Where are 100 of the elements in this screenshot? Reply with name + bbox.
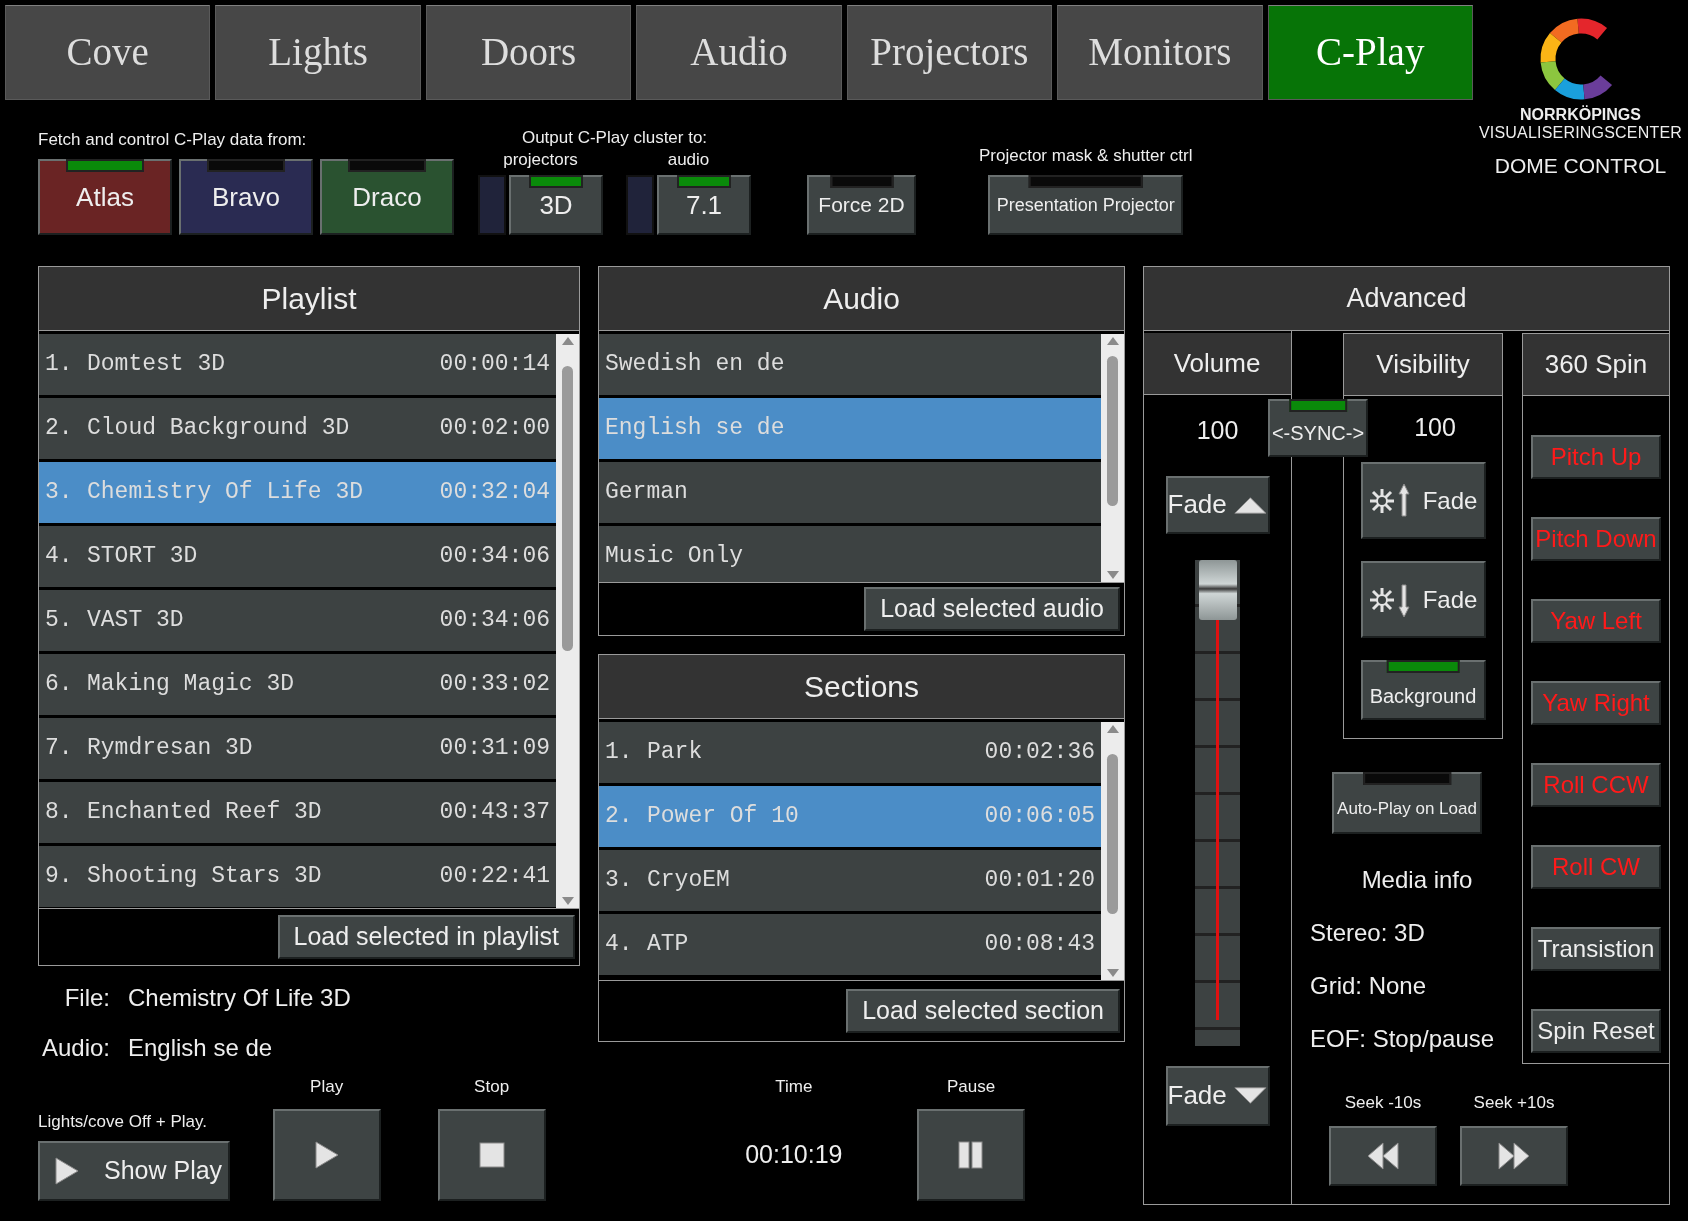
item-title: Rymdresan 3D: [87, 734, 253, 764]
item-title: Cloud Background 3D: [87, 414, 350, 444]
tab[interactable]: Lights: [215, 5, 421, 100]
item-duration: 00:08:43: [984, 930, 1095, 960]
spin-button[interactable]: Spin Reset: [1531, 1009, 1661, 1053]
tab[interactable]: Audio: [636, 5, 842, 100]
stop-icon: [477, 1141, 506, 1169]
item-duration: 00:02:00: [439, 414, 550, 444]
transport-caption: Time: [775, 1075, 813, 1098]
item-duration: 00:31:09: [439, 734, 550, 764]
pause-button[interactable]: [917, 1109, 1025, 1201]
panel-title: Advanced: [1144, 267, 1669, 331]
playlist-item[interactable]: 5. VAST 3D 00:34:06: [39, 590, 556, 651]
source-button[interactable]: Draco: [320, 159, 454, 235]
auto-play-button[interactable]: Auto-Play on Load: [1332, 772, 1482, 834]
section-title: Volume: [1143, 333, 1292, 395]
playlist-item[interactable]: 9. Shooting Stars 3D 00:22:41: [39, 846, 556, 907]
playlist-item[interactable]: 8. Enchanted Reef 3D 00:43:37: [39, 782, 556, 843]
tab[interactable]: C-Play: [1267, 5, 1473, 100]
playlist-item[interactable]: 4. STORT 3D 00:34:06: [39, 526, 556, 587]
app-title: DOME CONTROL: [1494, 153, 1667, 179]
item-duration: 00:33:02: [439, 670, 550, 700]
stop-button[interactable]: [437, 1109, 546, 1201]
tab[interactable]: Cove: [5, 5, 211, 100]
info-label: File:: [63, 983, 110, 1013]
fade-out-button[interactable]: Fade: [1360, 561, 1486, 638]
time-display: 00:10:19: [745, 1139, 843, 1171]
play-icon: [313, 1140, 340, 1170]
show-play-button[interactable]: Show Play: [38, 1141, 230, 1201]
playlist-item[interactable]: 7. Rymdresan 3D 00:31:09: [39, 718, 556, 779]
item-title: Enchanted Reef 3D: [87, 798, 322, 828]
audio-track-item[interactable]: Swedish en de: [599, 334, 1101, 395]
rewind-button[interactable]: [1329, 1125, 1437, 1186]
item-number: 4.: [605, 930, 634, 960]
section-item[interactable]: 3. CryoEM 00:01:20: [599, 850, 1101, 911]
item-title: Domtest 3D: [87, 350, 226, 380]
scrollbar[interactable]: [1101, 334, 1124, 582]
scrollbar-thumb[interactable]: [562, 366, 573, 651]
spin-button[interactable]: Transistion: [1531, 927, 1661, 971]
background-button[interactable]: Background: [1360, 660, 1486, 720]
presentation-projector-button[interactable]: Presentation Projector: [988, 175, 1184, 235]
tab[interactable]: Projectors: [846, 5, 1053, 100]
transport-caption: Play: [310, 1075, 344, 1098]
fast-forward-button[interactable]: [1460, 1125, 1568, 1186]
scrollbar-thumb[interactable]: [1107, 754, 1118, 914]
info-value: English se de: [128, 1033, 273, 1063]
scrollbar[interactable]: [556, 334, 579, 908]
section-item[interactable]: 1. Park 00:02:36: [599, 722, 1101, 783]
playlist-item[interactable]: 2. Cloud Background 3D 00:02:00: [39, 398, 556, 459]
audio-track-item[interactable]: German: [599, 462, 1101, 523]
playlist-item[interactable]: 6. Making Magic 3D 00:33:02: [39, 654, 556, 715]
output-label: Output C-Play cluster to:: [520, 127, 709, 149]
mask-label: Projector mask & shutter ctrl: [979, 145, 1193, 167]
seek-caption: Seek -10s: [1344, 1092, 1422, 1114]
item-title: Shooting Stars 3D: [87, 862, 322, 892]
volume-slider[interactable]: [1195, 559, 1240, 1046]
fade-up-button[interactable]: Fade: [1165, 475, 1270, 534]
rewind-icon: [1366, 1140, 1400, 1171]
media-info-line: EOF: Stop/pause: [1310, 1024, 1496, 1054]
visibility-value: 100: [1413, 412, 1457, 444]
transport-caption: Pause: [946, 1075, 996, 1098]
section-title: 360 Spin: [1523, 334, 1669, 396]
fade-down-button[interactable]: Fade: [1165, 1065, 1270, 1126]
playlist-item[interactable]: 1. Domtest 3D 00:00:14: [39, 334, 556, 395]
tab[interactable]: Monitors: [1057, 5, 1263, 100]
load-button[interactable]: Load selected in playlist: [277, 915, 575, 959]
load-button[interactable]: Load selected section: [846, 989, 1120, 1033]
sun-up-arrow-icon: [1368, 481, 1411, 520]
item-number: 6.: [45, 670, 74, 700]
media-info-line: Grid: None: [1310, 971, 1428, 1001]
item-number: 9.: [45, 862, 74, 892]
item-number: 5.: [45, 606, 74, 636]
play-button[interactable]: [272, 1109, 381, 1201]
audio-track-item[interactable]: Music Only: [599, 526, 1101, 582]
item-number: 3.: [45, 478, 74, 508]
seek-caption: Seek +10s: [1473, 1092, 1555, 1114]
output-button[interactable]: 7.1: [657, 175, 751, 235]
item-number: 7.: [45, 734, 74, 764]
sync-button[interactable]: <-SYNC->: [1268, 399, 1368, 457]
media-info-line: Stereo: 3D: [1310, 918, 1426, 948]
scrollbar[interactable]: [1101, 722, 1124, 980]
source-button[interactable]: Bravo: [179, 159, 313, 235]
item-title: Making Magic 3D: [87, 670, 295, 700]
section-item[interactable]: 4. ATP 00:08:43: [599, 914, 1101, 975]
item-number: 1.: [605, 738, 634, 768]
load-button[interactable]: Load selected audio: [864, 587, 1120, 631]
slider-thumb[interactable]: [1198, 559, 1237, 620]
info-label: Audio:: [40, 1033, 110, 1063]
force-2d-button[interactable]: Force 2D: [807, 175, 916, 235]
item-duration: 00:34:06: [439, 606, 550, 636]
source-label: Fetch and control C-Play data from:: [38, 129, 308, 151]
tab[interactable]: Doors: [425, 5, 632, 100]
source-button[interactable]: Atlas: [38, 159, 172, 235]
output-button[interactable]: 3D: [509, 175, 603, 235]
item-duration: 00:00:14: [439, 350, 550, 380]
item-number: 2.: [605, 802, 634, 832]
item-number: 2.: [45, 414, 74, 444]
play-icon: [54, 1156, 80, 1186]
scrollbar-thumb[interactable]: [1107, 356, 1118, 506]
fade-in-button[interactable]: Fade: [1360, 462, 1486, 539]
